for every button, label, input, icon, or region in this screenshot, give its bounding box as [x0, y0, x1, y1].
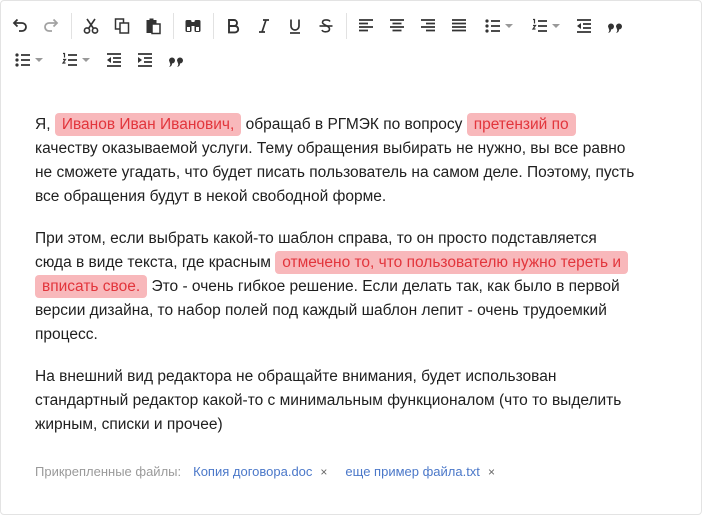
chevron-down-icon [81, 58, 90, 62]
align-justify-icon [452, 19, 466, 32]
align-left-button[interactable] [353, 13, 379, 39]
paragraph-3: На внешний вид редактора не обращайте вн… [35, 368, 622, 433]
bold-button[interactable] [220, 13, 246, 39]
bullet-list-icon [14, 53, 30, 67]
blockquote-button[interactable] [163, 47, 189, 73]
bullet-list-icon [484, 19, 500, 33]
copy-icon [114, 18, 130, 34]
text-segment: обращаб в РГМЭК по вопросу [241, 116, 467, 133]
attachment-item: Копия договора.doc × [193, 464, 327, 479]
redo-icon [44, 18, 59, 32]
indent-button[interactable] [132, 47, 158, 73]
cut-icon [83, 18, 99, 34]
underline-icon [290, 19, 300, 34]
numbered-list-icon [61, 52, 77, 66]
bullet-list-dropdown[interactable] [7, 47, 49, 73]
placeholder-highlight[interactable]: Иванов Иван Иванович, [54, 113, 242, 136]
text-segment: качеству оказываемой услуги. Тему обраще… [35, 140, 635, 205]
blockquote-button[interactable] [602, 13, 628, 39]
blockquote-icon [608, 23, 622, 33]
toolbar-row-2 [7, 45, 194, 75]
indent-icon [138, 53, 152, 67]
numbered-list-dropdown[interactable] [524, 13, 566, 39]
align-right-button[interactable] [415, 13, 441, 39]
blockquote-icon [169, 57, 183, 67]
align-center-icon [390, 19, 404, 32]
chevron-down-icon [34, 58, 43, 62]
text-segment: Я, [35, 116, 55, 133]
placeholder-highlight[interactable]: претензий по [466, 113, 576, 136]
outdent-button[interactable] [571, 13, 597, 39]
attachment-link[interactable]: Копия договора.doc [193, 464, 312, 479]
outdent-icon [107, 53, 121, 67]
chevron-down-icon [551, 24, 560, 28]
attachment-link[interactable]: еще пример файла.txt [345, 464, 480, 479]
chevron-down-icon [504, 24, 513, 28]
paste-button[interactable] [140, 13, 166, 39]
toolbar-divider [173, 13, 174, 39]
find-icon [185, 20, 201, 32]
cut-button[interactable] [78, 13, 104, 39]
find-button[interactable] [180, 13, 206, 39]
copy-button[interactable] [109, 13, 135, 39]
strikethrough-button[interactable] [313, 13, 339, 39]
outdent-button[interactable] [101, 47, 127, 73]
attachments-bar: Прикрепленные файлы: Копия договора.doc … [35, 464, 513, 479]
remove-attachment-icon[interactable]: × [488, 465, 495, 479]
toolbar-divider [71, 13, 72, 39]
editor-content[interactable]: Я, Иванов Иван Иванович, обращаб в РГМЭК… [35, 113, 635, 455]
bold-icon [228, 19, 240, 34]
undo-button[interactable] [7, 13, 33, 39]
toolbar-divider [213, 13, 214, 39]
align-right-icon [421, 19, 435, 32]
redo-button[interactable] [38, 13, 64, 39]
italic-button[interactable] [251, 13, 277, 39]
paragraph-2: При этом, если выбрать какой-то шаблон с… [35, 227, 635, 347]
numbered-list-dropdown[interactable] [54, 47, 96, 73]
underline-button[interactable] [282, 13, 308, 39]
attachments-label: Прикрепленные файлы: [35, 464, 182, 479]
paste-icon [146, 18, 161, 35]
bullet-list-dropdown[interactable] [477, 13, 519, 39]
align-left-icon [359, 19, 373, 32]
align-center-button[interactable] [384, 13, 410, 39]
numbered-list-icon [531, 18, 547, 32]
italic-icon [259, 19, 269, 33]
paragraph-1: Я, Иванов Иван Иванович, обращаб в РГМЭК… [35, 113, 635, 209]
undo-icon [12, 18, 27, 32]
align-justify-button[interactable] [446, 13, 472, 39]
editor-toolbar [1, 1, 701, 77]
text-editor: Я, Иванов Иван Иванович, обращаб в РГМЭК… [0, 0, 702, 515]
toolbar-row-1 [7, 11, 633, 41]
outdent-icon [577, 19, 591, 33]
attachment-item: еще пример файла.txt × [345, 464, 495, 479]
strikethrough-icon [319, 19, 333, 33]
remove-attachment-icon[interactable]: × [320, 465, 327, 479]
toolbar-divider [346, 13, 347, 39]
